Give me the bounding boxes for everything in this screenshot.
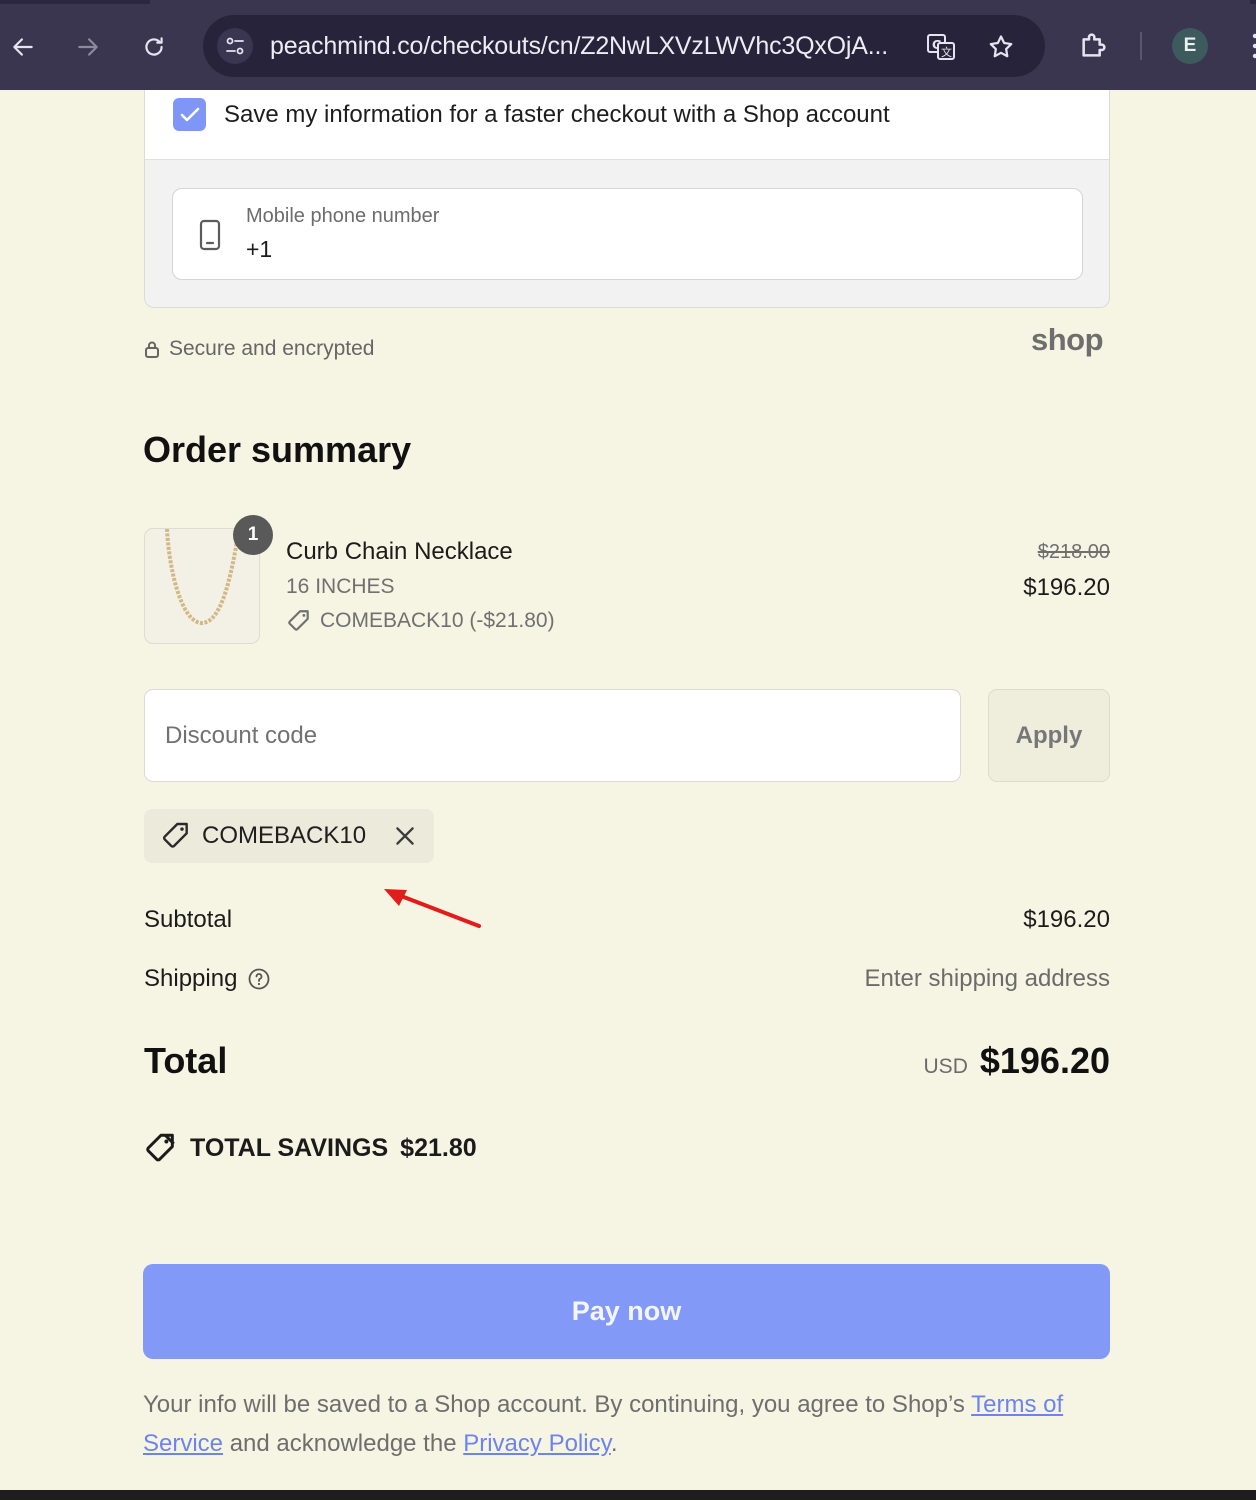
applied-discount-chip: COMEBACK10	[144, 809, 434, 863]
legal-text-after: .	[610, 1430, 618, 1457]
extensions-puzzle-icon[interactable]	[1074, 27, 1112, 65]
total-currency: USD	[923, 1055, 968, 1078]
total-savings: TOTAL SAVINGS $21.80	[144, 1131, 477, 1165]
bookmark-star-icon[interactable]	[985, 31, 1017, 63]
help-question-icon[interactable]	[247, 967, 271, 991]
save-info-label[interactable]: Save my information for a faster checkou…	[224, 101, 890, 129]
shop-save-card: Save my information for a faster checkou…	[144, 90, 1110, 308]
tag-icon	[288, 610, 309, 631]
save-info-checkbox[interactable]	[173, 98, 206, 131]
forward-arrow-icon	[78, 38, 98, 56]
reload-button[interactable]	[134, 27, 174, 67]
total-amount: $196.20	[979, 1040, 1110, 1081]
product-discount: COMEBACK10 (-$21.80)	[286, 608, 555, 634]
checkmark-icon	[180, 107, 199, 121]
privacy-policy-link[interactable]: Privacy Policy	[463, 1430, 611, 1457]
product-discount-text: COMEBACK10 (-$21.80)	[320, 609, 555, 632]
shipping-value: Enter shipping address	[864, 965, 1110, 992]
phone-field-value[interactable]: +1	[246, 236, 272, 263]
product-variant: 16 INCHES	[286, 575, 395, 598]
reload-icon	[145, 37, 163, 56]
browser-menu-icon[interactable]	[1250, 28, 1256, 64]
phone-field-label: Mobile phone number	[246, 205, 440, 227]
translate-icon[interactable]: G文	[925, 31, 957, 63]
quantity-badge: 1	[233, 515, 273, 555]
legal-text-before: Your info will be saved to a Shop accoun…	[143, 1391, 972, 1418]
address-bar[interactable]: peachmind.co/checkouts/cn/Z2NwLXVzLWVhc3…	[203, 15, 1045, 77]
mobile-phone-field[interactable]: Mobile phone number +1	[172, 188, 1083, 280]
secure-text: Secure and encrypted	[169, 337, 375, 360]
toolbar-divider	[1140, 32, 1142, 60]
savings-value: $21.80	[400, 1133, 477, 1162]
tab-strip	[0, 0, 1256, 4]
back-button[interactable]	[3, 27, 43, 67]
subtotal-value: $196.20	[1023, 906, 1110, 933]
total-value-group: USD $196.20	[924, 1040, 1110, 1082]
shipping-row-label: Shipping	[144, 965, 271, 993]
pay-now-button[interactable]: Pay now	[143, 1264, 1110, 1359]
subtotal-label: Subtotal	[144, 906, 233, 933]
legal-notice: Your info will be saved to a Shop accoun…	[143, 1385, 1110, 1463]
original-price: $218.00	[1037, 541, 1110, 563]
browser-toolbar: peachmind.co/checkouts/cn/Z2NwLXVzLWVhc3…	[0, 0, 1256, 90]
tag-icon	[162, 822, 188, 848]
back-arrow-icon	[13, 38, 33, 56]
applied-code-text: COMEBACK10	[202, 822, 367, 849]
shipping-label: Shipping	[144, 965, 238, 992]
annotation-arrow-icon	[384, 889, 481, 928]
mobile-phone-icon	[199, 219, 221, 251]
legal-text-middle: and acknowledge the	[223, 1430, 464, 1457]
active-tab-edge	[150, 0, 1250, 4]
site-info-icon[interactable]	[217, 28, 253, 64]
remove-discount-close-icon[interactable]	[392, 823, 418, 849]
lock-icon	[145, 341, 159, 358]
total-label: Total	[144, 1040, 228, 1081]
svg-text:文: 文	[941, 45, 952, 59]
savings-label: TOTAL SAVINGS	[190, 1133, 389, 1162]
window-bottom-edge	[0, 1490, 1256, 1500]
discounted-price: $196.20	[1023, 574, 1110, 601]
discount-code-input[interactable]	[144, 689, 961, 782]
savings-tag-icon	[146, 1133, 175, 1162]
shop-logo: shop	[1031, 322, 1104, 357]
secure-notice: Secure and encrypted	[144, 337, 374, 361]
apply-discount-button[interactable]: Apply	[988, 689, 1110, 782]
profile-avatar[interactable]: E	[1172, 28, 1208, 64]
order-summary-title: Order summary	[143, 429, 412, 470]
url-text[interactable]: peachmind.co/checkouts/cn/Z2NwLXVzLWVhc3…	[270, 32, 888, 61]
forward-button[interactable]	[68, 27, 108, 67]
product-name: Curb Chain Necklace	[286, 538, 513, 565]
save-info-row: Save my information for a faster checkou…	[145, 90, 1109, 160]
